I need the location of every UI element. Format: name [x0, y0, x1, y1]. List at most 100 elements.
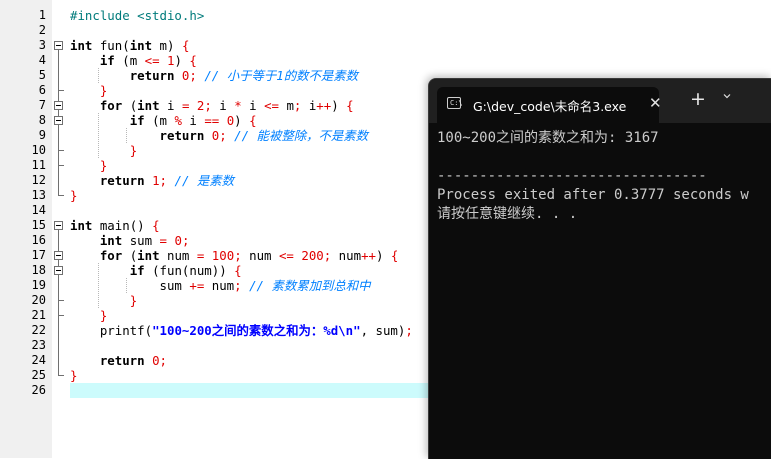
- indent-guide: [126, 128, 128, 143]
- code-line[interactable]: return 0; // 能被整除，不是素数: [70, 128, 369, 143]
- fold-end-marker: [58, 300, 64, 301]
- operator: ;: [234, 248, 242, 263]
- line-number: 5: [38, 68, 46, 82]
- code-token: m): [152, 38, 182, 53]
- console-window[interactable]: C:\ G:\dev_code\未命名3.exe ✕ + 100~200之间的素…: [428, 78, 771, 459]
- operator: {: [234, 263, 242, 278]
- comment: // 素数累加到总和中: [249, 278, 371, 293]
- fold-toggle-icon[interactable]: [54, 101, 63, 110]
- operator: +=: [189, 278, 205, 293]
- code-line[interactable]: int main() {: [70, 218, 160, 233]
- code-token: main(): [92, 218, 153, 233]
- fold-toggle-icon[interactable]: [54, 251, 63, 260]
- code-line[interactable]: return 0; // 小于等于1的数不是素数: [70, 68, 358, 83]
- operator: ;: [405, 323, 413, 338]
- operator: ;: [219, 128, 227, 143]
- operator: }: [99, 83, 108, 98]
- keyword: int: [99, 233, 123, 248]
- code-token: ): [375, 248, 391, 263]
- operator: }: [99, 158, 108, 173]
- fold-toggle-icon[interactable]: [54, 266, 63, 275]
- code-line[interactable]: for (int i = 2; i * i <= m; i++) {: [70, 98, 354, 113]
- operator: {: [346, 98, 354, 113]
- fold-end-marker: [58, 375, 64, 376]
- keyword: for: [99, 248, 123, 263]
- code-token: num: [241, 248, 279, 263]
- code-token: ): [234, 113, 250, 128]
- code-token: num: [159, 248, 197, 263]
- code-token: (fun(num)): [144, 263, 235, 278]
- code-token: i: [159, 98, 182, 113]
- indent-guide: [98, 263, 100, 308]
- line-number: 7: [38, 98, 46, 112]
- keyword: int: [70, 218, 93, 233]
- code-line[interactable]: if (m <= 1) {: [70, 53, 197, 68]
- fold-end-marker: [58, 195, 64, 196]
- code-line[interactable]: for (int num = 100; num <= 200; num++) {: [70, 248, 399, 263]
- line-number: 1: [38, 8, 46, 22]
- preprocessor: #include <stdio.h>: [70, 8, 205, 23]
- code-line[interactable]: }: [70, 143, 137, 158]
- operator: ;: [159, 173, 168, 188]
- code-line[interactable]: }: [70, 158, 107, 173]
- line-number: 12: [31, 173, 46, 187]
- number-literal: 100: [211, 248, 235, 263]
- code-line[interactable]: return 1; // 是素数: [70, 173, 234, 188]
- operator: ;: [189, 68, 197, 83]
- operator: {: [390, 248, 399, 263]
- code-token: i: [241, 98, 265, 113]
- code-line[interactable]: if (fun(num)) {: [70, 263, 242, 278]
- code-line[interactable]: }: [70, 293, 137, 308]
- code-line[interactable]: #include <stdio.h>: [70, 8, 204, 23]
- code-line[interactable]: }: [70, 83, 107, 98]
- code-token: m: [129, 53, 145, 68]
- keyword: if: [99, 53, 115, 68]
- code-line[interactable]: return 0;: [70, 353, 167, 368]
- fold-toggle-icon[interactable]: [54, 41, 63, 50]
- code-line[interactable]: int fun(int m) {: [70, 38, 189, 53]
- code-token: num: [204, 278, 235, 293]
- operator: }: [99, 308, 108, 323]
- tab-title: G:\dev_code\未命名3.exe: [473, 99, 627, 114]
- code-line[interactable]: }: [70, 188, 77, 203]
- indent-guide: [98, 113, 100, 158]
- fold-line: [58, 150, 59, 166]
- number-literal: 1: [152, 173, 160, 188]
- code-token: sum: [70, 278, 190, 293]
- code-line[interactable]: int sum = 0;: [70, 233, 190, 248]
- string-literal: "100~200之间的素数之和为：%d\n": [152, 323, 361, 338]
- line-number: 6: [38, 83, 46, 97]
- code-line[interactable]: printf("100~200之间的素数之和为：%d\n", sum);: [70, 323, 413, 338]
- terminal-tab-bar: C:\ G:\dev_code\未命名3.exe ✕ +: [429, 79, 771, 123]
- terminal-tab[interactable]: C:\ G:\dev_code\未命名3.exe ✕: [437, 87, 662, 123]
- code-token: , sum): [360, 323, 406, 338]
- close-tab-icon[interactable]: ✕: [649, 94, 662, 112]
- new-tab-button[interactable]: +: [690, 89, 706, 109]
- line-number: 23: [31, 338, 46, 352]
- code-line[interactable]: }: [70, 368, 77, 383]
- comment: // 小于等于1的数不是素数: [204, 68, 359, 83]
- code-token: fun(: [92, 38, 130, 53]
- code-line[interactable]: sum += num; // 素数累加到总和中: [70, 278, 371, 293]
- fold-toggle-icon[interactable]: [54, 221, 63, 230]
- code-line[interactable]: }: [70, 308, 107, 323]
- fold-toggle-icon[interactable]: [54, 116, 63, 125]
- console-line: 100~200之间的素数之和为: 3167: [437, 130, 659, 146]
- chevron-down-icon[interactable]: [723, 92, 731, 100]
- line-number: 26: [31, 383, 46, 397]
- operator: <=: [278, 248, 294, 263]
- line-number: 14: [31, 203, 46, 217]
- comment: // 能被整除，不是素数: [234, 128, 369, 143]
- code-token: (: [122, 98, 138, 113]
- operator: %: [174, 113, 182, 128]
- comment: // 是素数: [174, 173, 235, 188]
- indent-guide: [98, 68, 100, 83]
